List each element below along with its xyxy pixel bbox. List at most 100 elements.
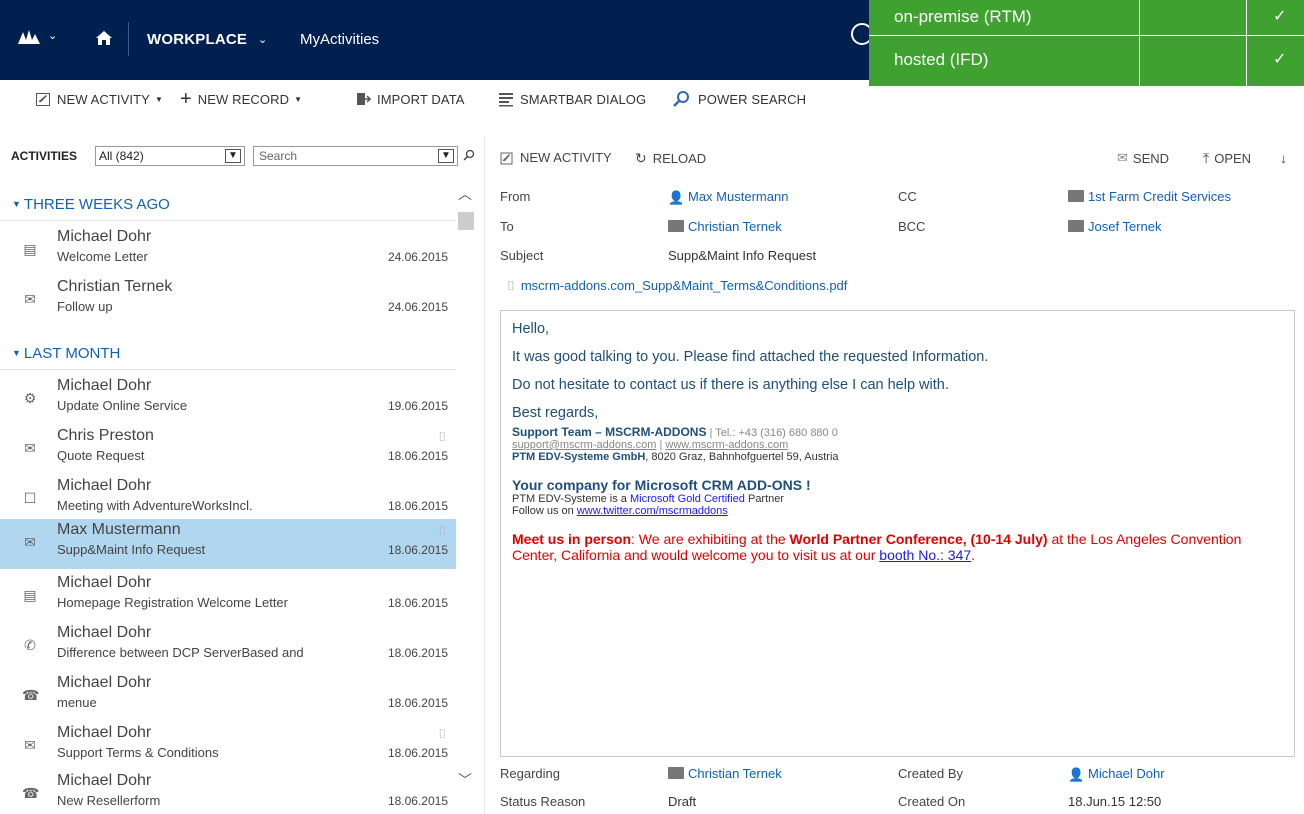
- list-item[interactable]: ☎ Michael Dohr New Resellerform 18.06.20…: [0, 770, 456, 814]
- created-by-value[interactable]: 👤 Michael Dohr: [1068, 766, 1165, 782]
- list-item-selected[interactable]: ✉ Max Mustermann Supp&Maint Info Request…: [0, 519, 456, 569]
- arrow-down-icon[interactable]: ↓: [1280, 150, 1287, 166]
- item-subject: Update Online Service: [57, 398, 188, 413]
- smartbar-dialog-button[interactable]: SMARTBAR DIALOG: [498, 89, 646, 109]
- scroll-up-icon[interactable]: ︿: [458, 184, 472, 204]
- item-subject: Follow up: [57, 299, 113, 314]
- send-button[interactable]: ✉ SEND: [1117, 150, 1169, 166]
- meet-bold-2: World Partner Conference, (10-14 July): [789, 531, 1048, 547]
- letter-icon: ▤: [23, 587, 37, 603]
- gold-pre: PTM EDV-Systeme is a: [512, 493, 630, 505]
- email-icon: ✉: [24, 291, 36, 307]
- booth-link[interactable]: booth No.: 347: [879, 547, 971, 563]
- group-header-three-weeks-ago[interactable]: ▼ THREE WEEKS AGO: [12, 196, 170, 213]
- new-record-label: NEW RECORD: [197, 91, 290, 107]
- chevron-down-icon[interactable]: ⌄: [258, 33, 267, 46]
- appointment-icon: ☐: [23, 490, 37, 506]
- import-data-icon: [357, 93, 371, 105]
- new-activity-icon: [500, 152, 513, 164]
- chevron-down-icon[interactable]: ▼: [438, 149, 454, 163]
- item-subject: Quote Request: [57, 448, 145, 463]
- item-name: Max Mustermann: [57, 521, 181, 538]
- follow-pre: Follow us on: [512, 505, 577, 517]
- scroll-down-icon[interactable]: ﹀: [458, 770, 472, 790]
- signature-email-link[interactable]: support@mscrm-addons.com: [512, 439, 656, 451]
- item-name: Michael Dohr: [57, 477, 152, 494]
- new-activity-button[interactable]: NEW ACTIVITY ▼: [35, 89, 163, 109]
- twitter-link[interactable]: www.twitter.com/mscrmaddons: [577, 505, 728, 517]
- from-value-text: Max Mustermann: [688, 189, 789, 204]
- list-item[interactable]: ⚙ Michael Dohr Update Online Service 19.…: [0, 375, 456, 425]
- list-item[interactable]: ☎ Michael Dohr menue 18.06.2015: [0, 672, 456, 722]
- company-tagline: Your company for Microsoft CRM ADD-ONS !: [512, 477, 811, 493]
- group-header-last-month[interactable]: ▼ LAST MONTH: [12, 345, 120, 362]
- search-input[interactable]: Search ▼: [253, 146, 458, 166]
- chevron-down-icon[interactable]: ▼: [225, 149, 241, 163]
- item-name: Michael Dohr: [57, 377, 152, 394]
- meet-us-paragraph: Meet us in person: We are exhibiting at …: [512, 531, 1283, 563]
- support-row-on-premise: on-premise (RTM): [869, 0, 1304, 36]
- gold-certified-link[interactable]: Microsoft Gold Certified: [630, 493, 745, 505]
- power-search-icon: [673, 91, 689, 107]
- list-item[interactable]: ✉ Chris Preston Quote Request ⌷ 18.06.20…: [0, 425, 456, 475]
- list-item[interactable]: ✆ Michael Dohr Difference between DCP Se…: [0, 622, 456, 672]
- dynamics-logo-icon[interactable]: [18, 29, 40, 45]
- bcc-label: BCC: [898, 219, 926, 234]
- created-by-label: Created By: [898, 766, 964, 781]
- home-icon[interactable]: [95, 29, 113, 47]
- workplace-menu[interactable]: WORKPLACE: [147, 31, 247, 48]
- regarding-value[interactable]: Christian Ternek: [668, 766, 782, 781]
- reload-button[interactable]: ↻ RELOAD: [635, 150, 706, 167]
- group-divider: [0, 220, 456, 221]
- smartbar-icon: [499, 93, 513, 107]
- meet-text-1: : We are exhibiting at the: [631, 531, 790, 547]
- to-value[interactable]: Christian Ternek: [668, 219, 782, 234]
- check-icon: ✓: [1273, 8, 1287, 25]
- chevron-down-icon[interactable]: ⌄: [48, 29, 57, 42]
- letter-icon: ▤: [23, 241, 37, 257]
- signature-address: PTM EDV-Systeme GmbH, 8020 Graz, Bahnhof…: [512, 451, 1283, 463]
- item-date: 18.06.2015: [387, 449, 448, 463]
- item-date: 18.06.2015: [387, 499, 448, 513]
- search-icon[interactable]: [463, 149, 475, 161]
- email-body[interactable]: Hello, It was good talking to you. Pleas…: [500, 310, 1295, 757]
- group-label: THREE WEEKS AGO: [23, 196, 170, 213]
- subject-label: Subject: [500, 248, 544, 263]
- from-value[interactable]: 👤 Max Mustermann: [668, 189, 789, 205]
- list-item[interactable]: ✉ Michael Dohr Support Terms & Condition…: [0, 722, 456, 772]
- view-selector[interactable]: All (842) ▼: [95, 146, 245, 166]
- item-name: Michael Dohr: [57, 724, 152, 741]
- list-scrollbar[interactable]: ︿ ﹀: [456, 180, 476, 814]
- search-placeholder: Search: [259, 149, 298, 163]
- item-subject: Difference between DCP ServerBased and: [57, 645, 304, 660]
- group-divider: [0, 369, 456, 370]
- list-item[interactable]: ▤ Michael Dohr Homepage Registration Wel…: [0, 572, 456, 622]
- list-item[interactable]: ▤ Michael Dohr Welcome Letter 24.06.2015: [0, 226, 456, 276]
- list-item[interactable]: ☐ Michael Dohr Meeting with AdventureWor…: [0, 475, 456, 525]
- detail-new-activity-button[interactable]: NEW ACTIVITY: [500, 150, 612, 165]
- import-data-button[interactable]: IMPORT DATA: [355, 89, 465, 109]
- paperclip-icon: ⌷: [438, 429, 446, 444]
- account-icon: [1068, 190, 1084, 202]
- new-record-button[interactable]: + NEW RECORD ▼: [180, 89, 302, 109]
- subject-value[interactable]: Supp&Maint Info Request: [668, 248, 816, 263]
- view-selector-value: All (842): [99, 149, 144, 163]
- item-subject: Support Terms & Conditions: [57, 745, 219, 760]
- paperclip-icon: ⌷: [438, 523, 446, 538]
- fax-icon: ☎: [22, 687, 40, 703]
- power-search-button[interactable]: POWER SEARCH: [672, 89, 806, 109]
- cc-value[interactable]: 1st Farm Credit Services: [1068, 189, 1231, 204]
- open-button[interactable]: ⤒ OPEN: [1203, 150, 1251, 167]
- item-date: 18.06.2015: [387, 746, 448, 760]
- bcc-value[interactable]: Josef Ternek: [1068, 219, 1161, 234]
- signature-phone: | Tel.: +43 (316) 680 880 0: [706, 427, 838, 439]
- item-date: 18.06.2015: [387, 543, 448, 557]
- attachment-link[interactable]: ⌷ mscrm-addons.com_Supp&Maint_Terms&Condi…: [507, 278, 847, 294]
- scrollbar-thumb[interactable]: [458, 212, 474, 230]
- signature-web-link[interactable]: www.mscrm-addons.com: [665, 439, 788, 451]
- created-on-label: Created On: [898, 794, 966, 809]
- list-item[interactable]: ✉ Christian Ternek Follow up 24.06.2015: [0, 276, 456, 326]
- table-divider: [1139, 0, 1140, 86]
- item-date: 18.06.2015: [387, 696, 448, 710]
- area-title[interactable]: MyActivities: [300, 31, 379, 48]
